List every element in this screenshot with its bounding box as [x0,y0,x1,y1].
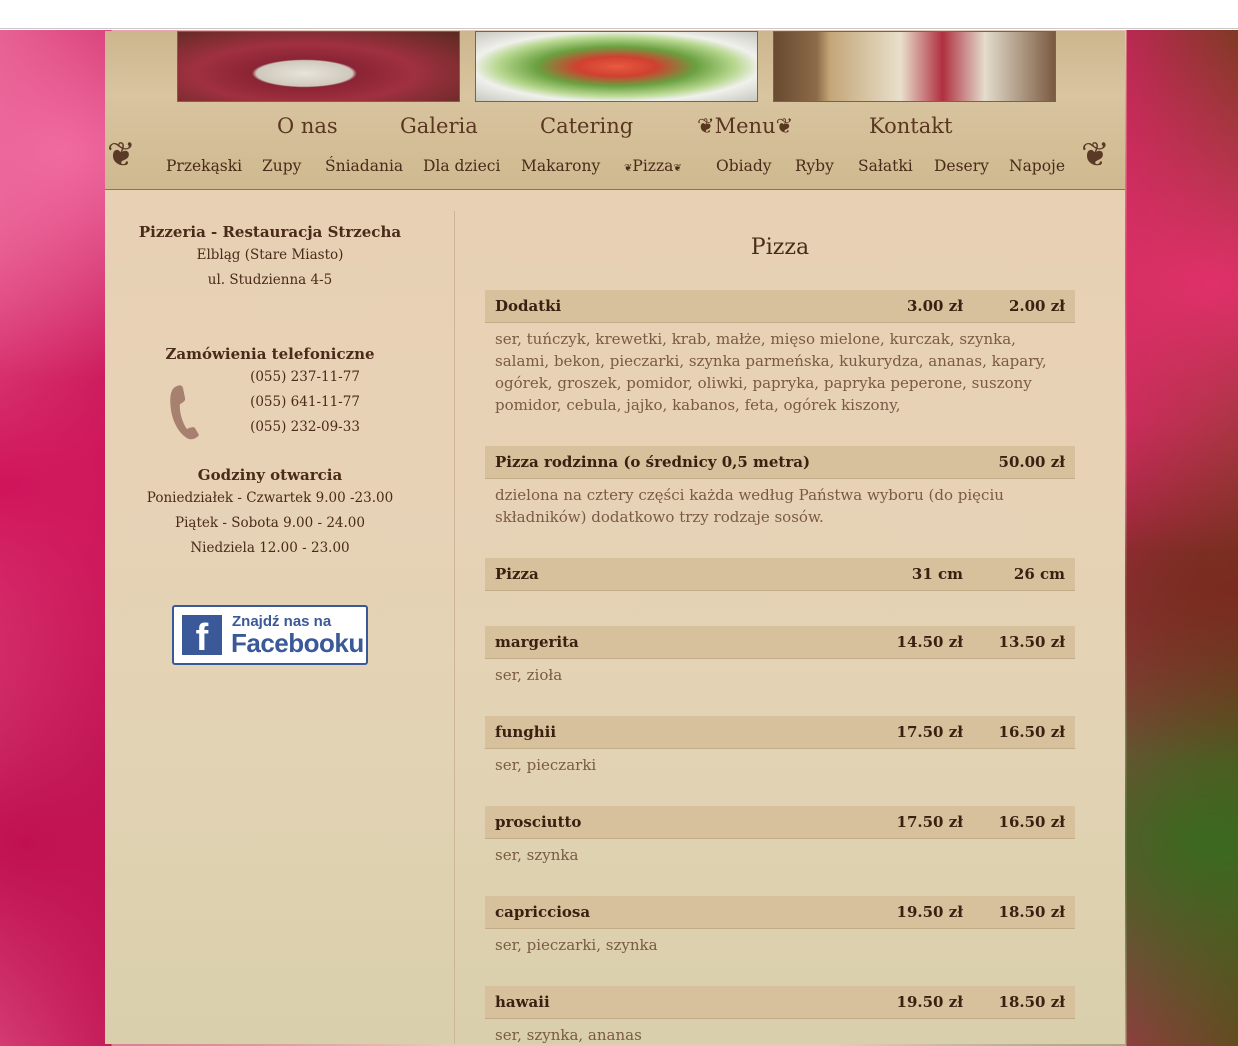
address-city: Elbląg (Stare Miasto) [196,247,344,263]
hours-weekdays: Poniedziałek - Czwartek 9.00 -23.00 [146,490,394,506]
browser-top-bar [0,0,1238,29]
item-name: Pizza [495,565,539,583]
restaurant-name: Pizzeria - Restauracja Strzecha [138,223,402,241]
flourish-icon: ❦ [697,114,715,138]
item-description: ser, szynka, ananas [495,1026,642,1044]
nav-menu-label: Menu [714,114,776,138]
header-photo-salad [475,31,758,102]
price-large: 19.50 zł [896,903,963,921]
nav-o-nas[interactable]: O nas [277,114,338,138]
price-small: 50.00 zł [998,453,1065,471]
price-large: 14.50 zł [896,633,963,651]
item-name: margerita [495,633,579,651]
header-photo-table-setting [177,31,460,102]
subnav-pizza-label: Pizza [632,157,674,175]
price-large: 3.00 zł [906,297,963,315]
telephone-icon [170,385,199,440]
item-name: Dodatki [495,297,562,315]
hours-fri-sat: Piątek - Sobota 9.00 - 24.00 [175,515,365,531]
menu-row-header: capricciosa 19.50 zł 18.50 zł [485,896,1075,929]
flourish-icon: ❦ [775,114,794,138]
item-description: dzielona na cztery części każda według P… [495,486,1004,526]
phone-2[interactable]: (055) 641-11-77 [105,390,435,415]
subnav-obiady[interactable]: Obiady [716,157,772,175]
subnav-desery[interactable]: Desery [934,157,989,175]
subnav-zupy[interactable]: Zupy [262,157,301,175]
hours-heading: Godziny otwarcia [197,466,343,484]
facebook-line-2: Facebooku [231,628,364,658]
header: O nas Galeria Catering ❦Menu❦ Kontakt ❦ … [105,31,1125,190]
menu-row-header: funghii 17.50 zł 16.50 zł [485,716,1075,749]
size-large: 31 cm [911,565,963,583]
item-description: ser, zioła [495,666,563,684]
page-container: O nas Galeria Catering ❦Menu❦ Kontakt ❦ … [105,31,1125,1044]
subnav-przekaski[interactable]: Przekąski [166,157,242,175]
hours-sunday: Niedziela 12.00 - 23.00 [190,540,350,556]
price-small: 16.50 zł [998,813,1065,831]
item-name: hawaii [495,993,550,1011]
nav-galeria[interactable]: Galeria [400,114,478,138]
item-name: funghii [495,723,557,741]
subnav-ryby[interactable]: Ryby [795,157,834,175]
menu-row-header: hawaii 19.50 zł 18.50 zł [485,986,1075,1019]
price-large: 17.50 zł [896,723,963,741]
subnav-pizza[interactable]: ❦Pizza❦ [624,157,682,175]
item-description: ser, pieczarki [495,756,597,774]
page-title: Pizza [750,235,810,260]
subnav-sniadania[interactable]: Śniadania [325,157,403,175]
subnav-dla-dzieci[interactable]: Dla dzieci [423,157,500,175]
item-name: prosciutto [495,813,582,831]
flourish-icon: ❦ [673,163,682,174]
price-small: 18.50 zł [998,993,1065,1011]
price-small: 13.50 zł [998,633,1065,651]
menu-row-header: Dodatki 3.00 zł 2.00 zł [485,290,1075,323]
item-description: ser, szynka [495,846,579,864]
main-nav: O nas Galeria Catering ❦Menu❦ Kontakt [105,114,1125,144]
sub-nav: Przekąski Zupy Śniadania Dla dzieci Maka… [105,157,1125,179]
size-small: 26 cm [1013,565,1065,583]
subnav-napoje[interactable]: Napoje [1009,157,1065,175]
facebook-icon: f [182,615,222,659]
subnav-makarony[interactable]: Makarony [521,157,600,175]
phone-1[interactable]: (055) 237-11-77 [105,365,435,390]
menu-row-header: prosciutto 17.50 zł 16.50 zł [485,806,1075,839]
nav-catering[interactable]: Catering [540,114,633,138]
subnav-salatki[interactable]: Sałatki [858,157,913,175]
sidebar: Pizzeria - Restauracja Strzecha Elbląg (… [105,211,435,561]
price-large: 19.50 zł [896,993,963,1011]
nav-kontakt[interactable]: Kontakt [869,114,952,138]
menu-row-header: margerita 14.50 zł 13.50 zł [485,626,1075,659]
phone-3[interactable]: (055) 232-09-33 [105,415,435,440]
header-photo-dining-room [773,31,1056,102]
item-name: capricciosa [495,903,591,921]
nav-menu[interactable]: ❦Menu❦ [697,114,793,138]
facebook-button[interactable]: f Znajdź nas na Facebooku [172,605,368,665]
item-description: ser, pieczarki, szynka [495,936,658,954]
column-divider [454,211,455,1044]
item-name: Pizza rodzinna (o średnicy 0,5 metra) [495,453,811,471]
address-street: ul. Studzienna 4-5 [207,272,333,288]
phone-heading: Zamówienia telefoniczne [165,345,375,363]
price-small: 2.00 zł [1008,297,1065,315]
price-large: 17.50 zł [896,813,963,831]
item-description: ser, tuńczyk, krewetki, krab, małże, mię… [495,330,1047,414]
menu-row-header: Pizza rodzinna (o średnicy 0,5 metra) 50… [485,446,1075,479]
price-small: 16.50 zł [998,723,1065,741]
menu-row-header: Pizza 31 cm 26 cm [485,558,1075,591]
price-small: 18.50 zł [998,903,1065,921]
